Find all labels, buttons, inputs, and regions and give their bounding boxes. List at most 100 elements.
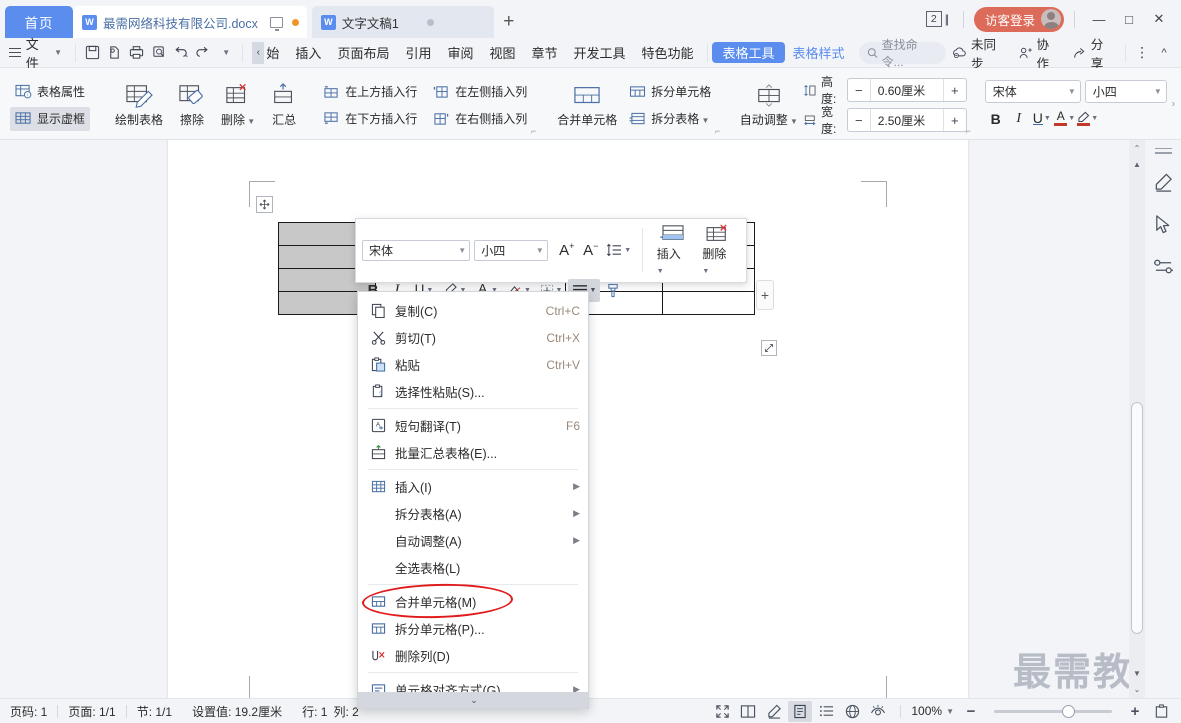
scrollbar-thumb[interactable] [1131,402,1143,634]
redo-icon[interactable] [193,41,215,65]
tab-count-badge[interactable]: 2 [925,11,942,27]
merge-cells-button[interactable]: 合并单元格 [550,81,624,130]
font-name-select[interactable]: 宋体 ▼ [984,80,1081,103]
height-increase-button[interactable]: + [944,79,966,101]
document-tab-1[interactable]: W 最需网络科技有限公司.docx [73,6,307,38]
print-icon[interactable] [126,41,148,65]
vertical-scrollbar[interactable]: ⌃ ▲ ▼ ⌄ [1129,140,1145,698]
cursor-select-icon[interactable] [1150,212,1176,238]
line-spacing-button[interactable]: ▼ [604,239,634,262]
context-menu-item-insert[interactable]: 插入(I) ▶ [358,473,588,500]
height-spinner[interactable]: − 0.60厘米 + [846,78,967,102]
context-menu-item-copy[interactable]: 复制(C) Ctrl+C [358,297,588,324]
book-view-icon[interactable] [736,701,760,722]
mini-font-name-select[interactable]: 宋体 ▼ [362,239,471,261]
shrink-font-button[interactable]: A− [580,239,602,262]
context-menu-item-cut[interactable]: 剪切(T) Ctrl+X [358,324,588,351]
context-menu-item-delete-column[interactable]: 删除列(D) [358,642,588,669]
new-tab-button[interactable]: + [494,6,524,38]
mini-font-size-select[interactable]: 小四 ▼ [474,239,548,261]
delete-table-button[interactable]: 删除 ▼ [214,81,262,130]
share-button[interactable]: 分享 [1066,34,1120,72]
ribbon-group-expand-icon-3[interactable]: ⌐ [965,126,970,136]
menu-item-features[interactable]: 特色功能 [634,41,702,65]
menu-item-view[interactable]: 视图 [481,41,523,65]
italic-button[interactable]: I [1008,107,1030,130]
add-column-button[interactable]: + [756,280,774,310]
menu-item-table-styles[interactable]: 表格样式 [785,41,853,65]
insert-row-above-button[interactable]: 在上方插入行 [318,80,422,104]
web-view-icon[interactable] [840,701,864,722]
setting-value-status[interactable]: 设置值: 19.2厘米 [182,703,292,720]
zoom-slider[interactable] [994,704,1112,718]
undo-icon[interactable] [170,41,192,65]
collapse-ribbon-button[interactable]: ^ [1153,41,1175,65]
maximize-button[interactable]: □ [1115,6,1143,32]
show-gridlines-button[interactable]: 显示虚框 [10,106,91,131]
highlight-button[interactable]: ▼ [1077,107,1099,130]
zoom-slider-thumb[interactable] [1062,704,1075,718]
menu-item-references[interactable]: 引用 [397,41,439,65]
eye-protect-icon[interactable] [866,701,890,722]
scroll-down-button[interactable]: ▼ [1129,665,1145,681]
scroll-page-down-icon[interactable]: ⌄ [1129,681,1145,697]
mini-format-painter-button[interactable] [602,279,624,302]
ribbon-group-expand-icon-2[interactable]: ⌐ [715,126,720,136]
file-menu-button[interactable]: 文件 ▼ [0,37,70,71]
page-count-status[interactable]: 页面: 1/1 [58,703,125,720]
insert-row-below-button[interactable]: 在下方插入行 [318,107,422,131]
zoom-in-button[interactable]: + [1123,701,1147,722]
context-menu-scroll-down-button[interactable]: ⌄ [358,692,588,708]
context-menu-item-paste[interactable]: 粘贴 Ctrl+V [358,351,588,378]
context-menu-item-translate[interactable]: A 短句翻译(T) F6 [358,412,588,439]
scroll-page-up-icon[interactable]: ⌃ [1129,140,1145,156]
split-cells-button[interactable]: 拆分单元格 [624,80,716,104]
font-size-select[interactable]: 小四 ▼ [1084,80,1167,103]
autofit-button[interactable]: 自动调整 ▼ [734,81,803,130]
print-preview-icon[interactable] [103,41,125,65]
search-doc-icon[interactable] [148,41,170,65]
context-menu-item-select-all-table[interactable]: 全选表格(L) [358,554,588,581]
customize-toolbar-icon[interactable]: ▼ [215,41,237,65]
table-move-handle[interactable] [256,196,273,213]
document-tab-2[interactable]: W 文字文稿1 [311,6,494,38]
insert-col-right-button[interactable]: 在右侧插入列 [428,107,532,131]
width-value[interactable]: 2.50厘米 [869,109,944,131]
minimize-button[interactable]: — [1085,6,1113,32]
menu-item-insert[interactable]: 插入 [287,41,329,65]
row-status[interactable]: 行: 1 [292,703,329,720]
font-color-button[interactable]: A ▼ [1054,107,1076,130]
menu-item-page-layout[interactable]: 页面布局 [329,41,397,65]
scroll-up-button[interactable]: ▲ [1129,156,1145,172]
save-icon[interactable] [81,41,103,65]
settings-sliders-icon[interactable] [1150,254,1176,280]
menu-scroll-left-button[interactable]: ‹ [252,41,265,64]
eraser-button[interactable]: 擦除 [170,81,214,130]
draw-table-button[interactable]: 绘制表格 [108,81,170,130]
underline-button[interactable]: U ▼ [1031,107,1053,130]
bold-button[interactable]: B [985,107,1007,130]
context-menu-item-split-table[interactable]: 拆分表格(A) ▶ [358,500,588,527]
menu-item-start[interactable]: 始 [264,41,287,65]
presentation-icon[interactable] [269,16,283,31]
page-number-status[interactable]: 页码: 1 [0,703,57,720]
chevron-down-icon-9[interactable]: ▼ [590,287,597,294]
zoom-level-button[interactable]: 100% ▼ [911,704,957,718]
menu-item-review[interactable]: 审阅 [439,41,481,65]
split-table-button[interactable]: 拆分表格 ▼ [624,107,716,131]
more-options-button[interactable]: ⋮ [1131,41,1153,65]
chevron-down-icon-3[interactable]: ▼ [1044,115,1051,122]
sync-status-button[interactable]: 未同步 [946,34,1012,72]
context-menu-item-paste-special[interactable]: ? 选择性粘贴(S)... [358,378,588,405]
context-menu-item-autofit[interactable]: 自动调整(A) ▶ [358,527,588,554]
height-decrease-button[interactable]: − [848,79,870,101]
section-status[interactable]: 节: 1/1 [127,703,182,720]
insert-col-left-button[interactable]: 在左侧插入列 [428,80,532,104]
menu-item-developer[interactable]: 开发工具 [566,41,634,65]
fit-page-button[interactable] [1149,701,1173,722]
width-decrease-button[interactable]: − [848,109,870,131]
find-command-box[interactable]: 查找命令... [858,38,947,69]
width-increase-button[interactable]: + [944,109,966,131]
mini-delete-button[interactable]: 删除 ▼ [696,224,740,276]
collaborate-button[interactable]: 协作 [1012,34,1066,72]
